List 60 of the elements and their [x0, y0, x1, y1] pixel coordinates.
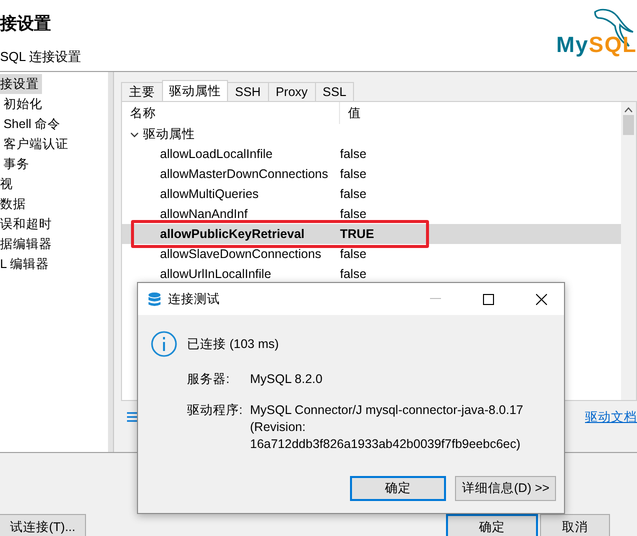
database-icon	[148, 292, 161, 306]
property-row[interactable]: allowNanAndInf false	[122, 204, 621, 224]
property-name: allowNanAndInf	[159, 206, 249, 223]
sidebar-item[interactable]: 接设置	[0, 74, 42, 94]
property-name: allowMultiQueries	[159, 186, 260, 203]
sidebar-item[interactable]: Shell 命令	[0, 114, 64, 134]
detail-value: MySQL 8.2.0	[250, 371, 324, 388]
sidebar-item[interactable]: 事务	[0, 154, 32, 174]
property-value: false	[340, 246, 366, 263]
close-icon[interactable]	[536, 294, 546, 304]
property-row[interactable]: allowPublicKeyRetrieval TRUE	[122, 224, 621, 244]
property-row[interactable]: allowMultiQueries false	[122, 184, 621, 204]
property-row[interactable]: allowMasterDownConnections false	[122, 164, 621, 184]
detail-label: 驱动程序:	[187, 402, 244, 419]
sidebar-item[interactable]: L 编辑器	[0, 254, 52, 274]
property-value: TRUE	[340, 226, 374, 243]
tab[interactable]: SSL	[314, 82, 354, 101]
column-header: 值	[347, 105, 362, 122]
scrollbar[interactable]	[621, 102, 636, 400]
details-button[interactable]: 详细信息(D) >>	[455, 476, 556, 501]
sidebar-item[interactable]: 客户端认证	[0, 134, 72, 154]
tab[interactable]: 主要	[121, 82, 163, 101]
docs-link[interactable]: 驱动文档	[585, 408, 637, 426]
list-icon[interactable]	[127, 412, 137, 422]
ok-button[interactable]: 确定	[446, 514, 538, 536]
sidebar-item[interactable]: 误和超时	[0, 214, 55, 234]
property-value: false	[340, 146, 366, 163]
property-value: false	[340, 266, 366, 283]
property-name: allowMasterDownConnections	[159, 166, 330, 183]
tab[interactable]: Proxy	[268, 82, 316, 101]
test-connection-button[interactable]: 试连接(T)...	[0, 514, 86, 536]
property-name: allowPublicKeyRetrieval	[159, 226, 306, 243]
property-row[interactable]: allowSlaveDownConnections false	[122, 244, 621, 264]
logo-text: MySQL	[556, 34, 637, 56]
status-message: 已连接 (103 ms)	[187, 336, 279, 352]
property-value: false	[340, 166, 366, 183]
tab[interactable]: 驱动属性	[162, 80, 228, 101]
cancel-button[interactable]: 取消	[540, 514, 610, 536]
property-name: allowUrlInLocalInfile	[159, 266, 272, 283]
property-row[interactable]: allowUrlInLocalInfile false	[122, 264, 621, 284]
maximize-icon[interactable]	[482, 294, 494, 304]
detail-label: 服务器:	[187, 371, 230, 388]
group-label: 驱动属性	[143, 126, 195, 143]
page-subtitle: SQL 连接设置	[0, 48, 82, 66]
property-value: false	[340, 206, 366, 223]
ok-button[interactable]: 确定	[350, 476, 446, 501]
info-icon	[151, 331, 177, 357]
sidebar-item[interactable]: 初始化	[0, 94, 46, 114]
scrollbar-thumb[interactable]	[623, 115, 634, 135]
property-name: allowLoadLocalInfile	[159, 146, 274, 163]
sidebar-item[interactable]: 据编辑器	[0, 234, 55, 254]
detail-value: MySQL Connector/J mysql-connector-java-8.0.17 (Revision: 16a712ddb3f826a1933ab42b0039f7fb9eebc6ec)	[250, 402, 524, 453]
sidebar-item[interactable]: 视	[0, 174, 16, 194]
property-name: allowSlaveDownConnections	[159, 246, 322, 263]
sidebar-item[interactable]: 数据	[0, 194, 29, 214]
column-header: 名称	[122, 102, 340, 124]
dialog-title: 连接测试	[168, 290, 221, 308]
chevron-icon[interactable]	[130, 130, 139, 138]
property-value: false	[340, 186, 366, 203]
property-row[interactable]: allowLoadLocalInfile false	[122, 144, 621, 164]
